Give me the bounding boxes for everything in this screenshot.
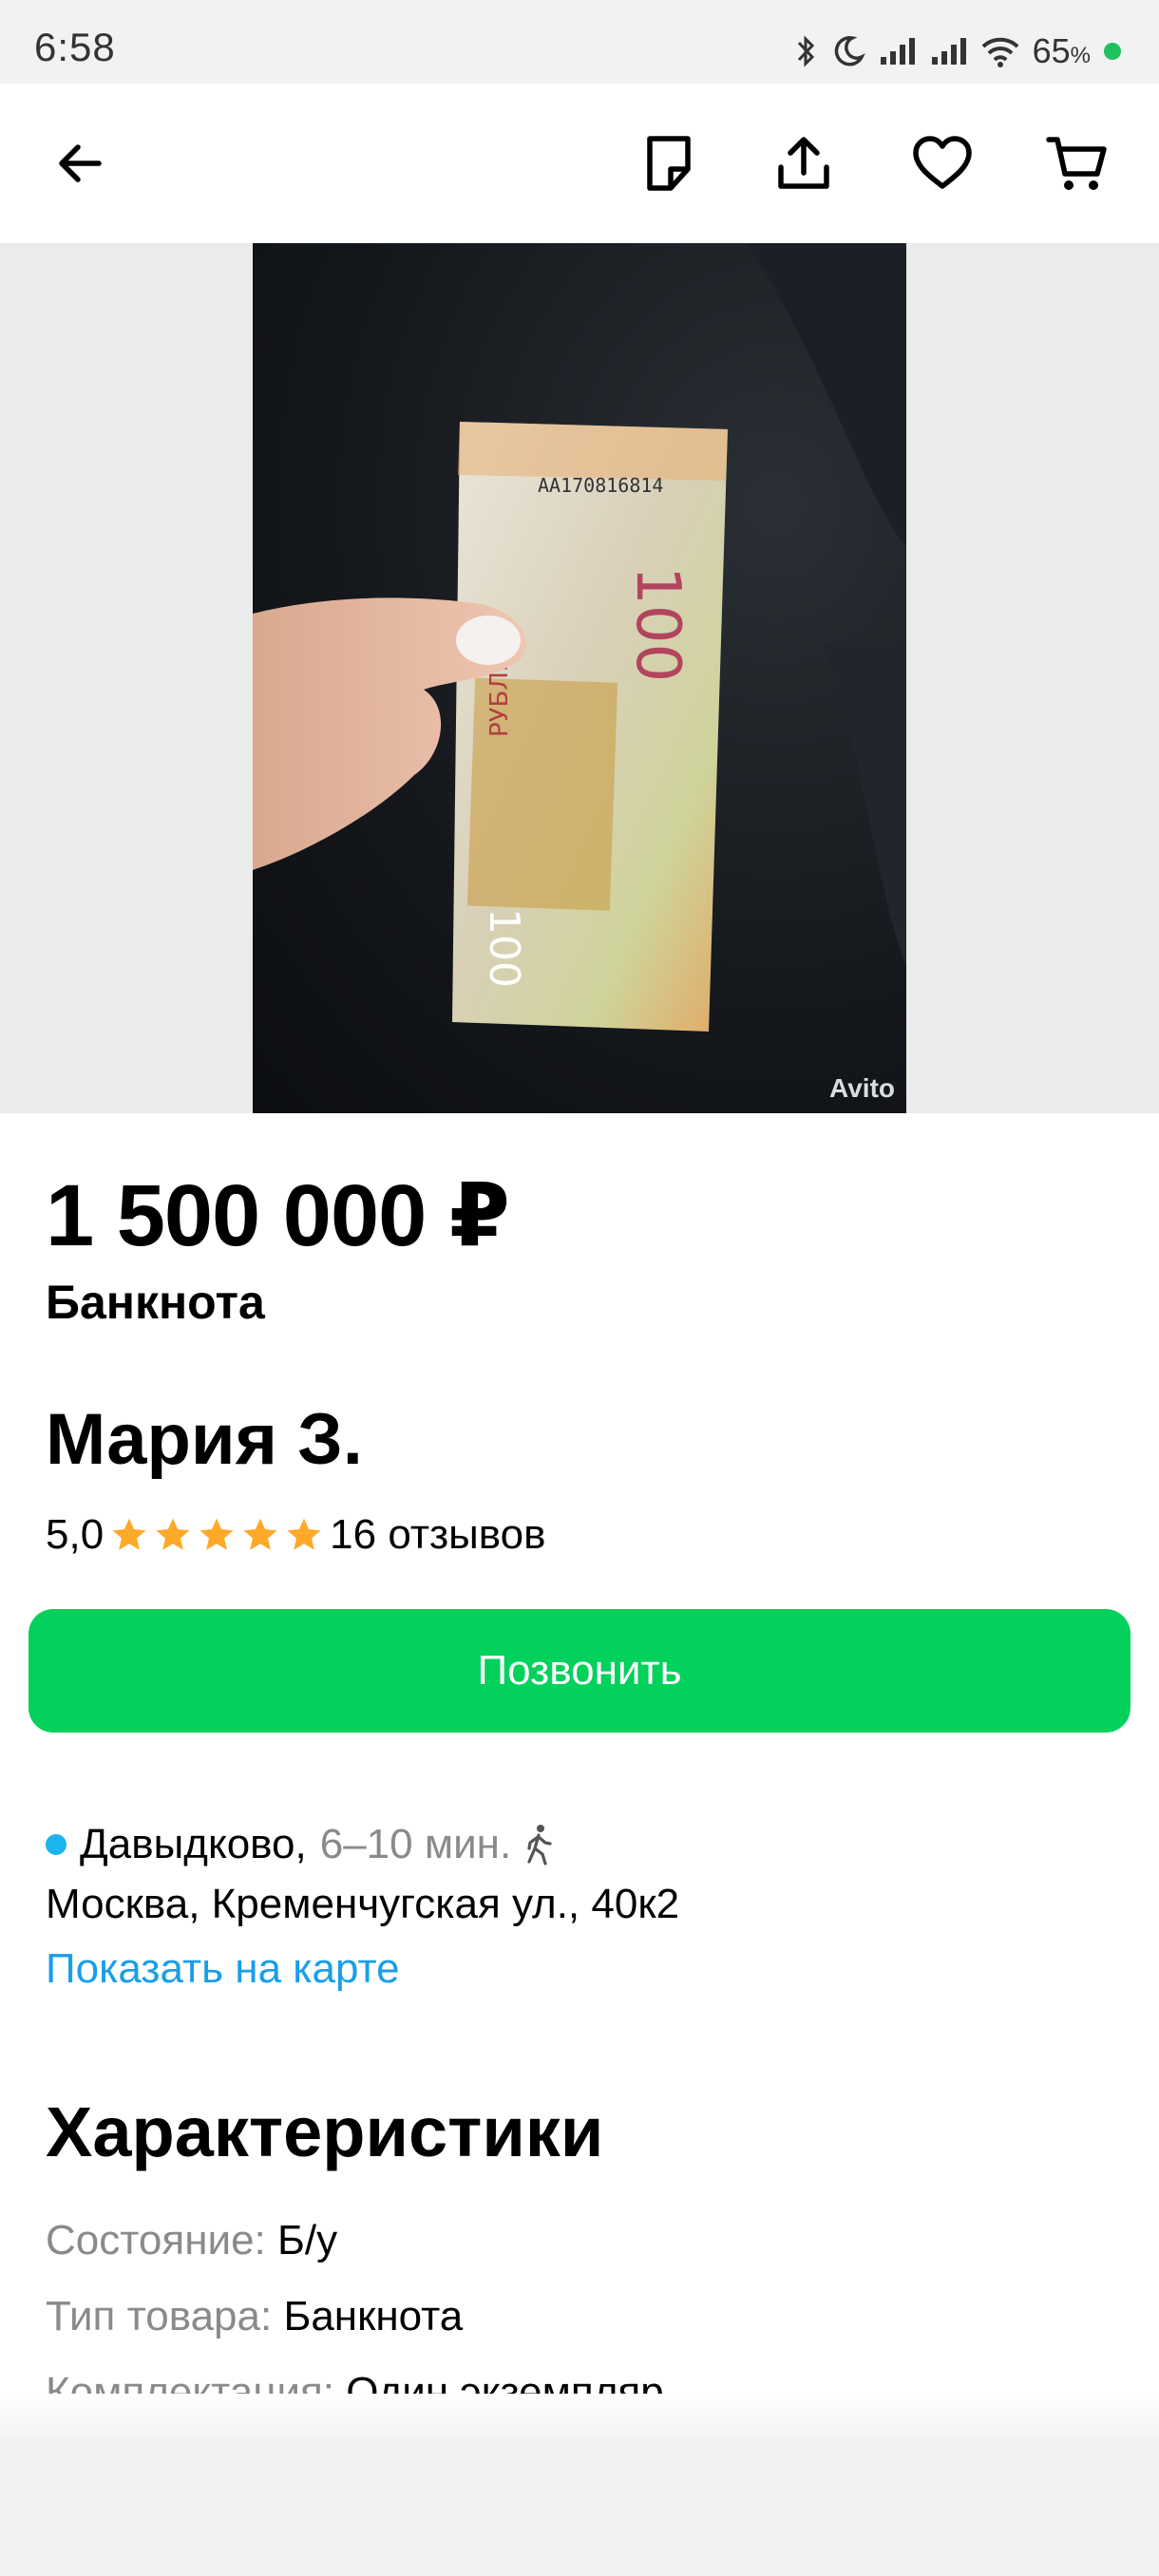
- top-toolbar: [0, 84, 1159, 243]
- bottom-fade: [0, 2394, 1159, 2441]
- star-icon: [287, 1518, 321, 1550]
- star-icon: [200, 1518, 234, 1550]
- bluetooth-icon: [797, 35, 814, 67]
- heart-icon: [913, 136, 972, 189]
- svg-text:AA170816814: AA170816814: [538, 474, 663, 497]
- share-button[interactable]: [760, 120, 847, 207]
- avito-watermark: Avito: [829, 1073, 895, 1103]
- status-time: 6:58: [34, 25, 116, 69]
- battery-level: 65%: [1032, 31, 1091, 70]
- cart-button[interactable]: [1034, 120, 1121, 207]
- battery-indicator-dot: [1104, 43, 1121, 60]
- star-icon: [156, 1518, 190, 1550]
- listing-photo[interactable]: AA170816814 100 100 РУБЛЕЙ Avito: [253, 243, 906, 1113]
- walking-person-icon: [527, 1825, 552, 1866]
- back-button[interactable]: [36, 120, 124, 207]
- status-icons: 65%: [795, 27, 1121, 76]
- listing-photo-area: AA170816814 100 100 РУБЛЕЙ Avito: [0, 243, 1159, 1113]
- svg-text:100: 100: [622, 566, 693, 682]
- star-icon: [112, 1518, 146, 1550]
- metro-line-dot: [46, 1834, 66, 1855]
- specs-heading: Характеристики: [46, 2093, 604, 2171]
- spec-key: Тип товара:: [46, 2293, 273, 2339]
- metro-info: Давыдково, 6–10 мин.: [46, 1816, 553, 1873]
- address: Москва, Кременчугская ул., 40к2: [46, 1881, 680, 1927]
- reviews-count: 16 отзывов: [330, 1511, 546, 1558]
- seller-name[interactable]: Мария З.: [46, 1398, 363, 1481]
- back-arrow-icon: [59, 144, 102, 182]
- spec-row: Тип товара: Банкнота: [46, 2293, 463, 2340]
- metro-station: Давыдково,: [80, 1821, 307, 1867]
- spec-value: Банкнота: [283, 2293, 464, 2339]
- favorite-button[interactable]: [899, 120, 986, 207]
- signal-icon: [880, 38, 915, 65]
- listing-price: 1 500 000 ₽: [46, 1167, 510, 1264]
- rating-stars: [109, 1515, 324, 1555]
- moon-icon: [834, 36, 865, 66]
- cart-icon: [1046, 137, 1107, 190]
- show-on-map-link[interactable]: Показать на карте: [46, 1945, 400, 1993]
- call-button[interactable]: Позвонить: [28, 1609, 1130, 1733]
- spec-row: Состояние: Б/у: [46, 2217, 337, 2264]
- spec-value: Б/у: [277, 2217, 338, 2263]
- listing-title: Банкнота: [46, 1276, 265, 1329]
- star-icon: [243, 1518, 277, 1550]
- banknote-photo-illustration: AA170816814 100 100 РУБЛЕЙ: [253, 243, 906, 1032]
- note-button[interactable]: [625, 120, 712, 207]
- seller-rating[interactable]: 5,0 16 отзывов: [46, 1508, 546, 1562]
- share-icon: [778, 137, 829, 189]
- note-icon: [647, 136, 691, 191]
- wifi-icon: [981, 37, 1018, 67]
- rating-value: 5,0: [46, 1511, 104, 1558]
- svg-text:100: 100: [480, 908, 528, 988]
- listing-details: 1 500 000 ₽ Банкнота Мария З. 5,0 16 отз…: [0, 1113, 1159, 2441]
- signal-icon: [931, 38, 966, 65]
- walk-time: 6–10 мин.: [319, 1821, 512, 1867]
- spec-key: Состояние:: [46, 2217, 266, 2263]
- status-bar: 6:58 65%: [0, 0, 1159, 84]
